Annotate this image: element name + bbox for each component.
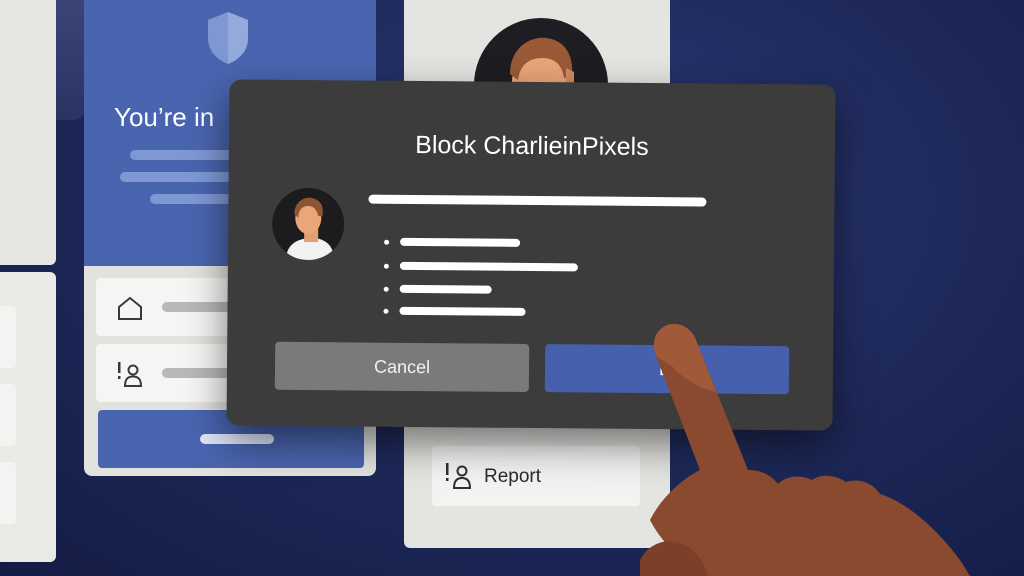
- report-label: Report: [484, 466, 542, 487]
- block-button[interactable]: Bl: [544, 344, 790, 395]
- shield-icon: [208, 12, 248, 64]
- bullet-point: [383, 263, 389, 269]
- person-avatar-icon: [285, 197, 334, 261]
- safety-card-title: You’re in: [114, 102, 215, 132]
- placeholder-text-line: [150, 194, 240, 204]
- dialog-title: Block CharlieinPixels: [415, 130, 649, 162]
- report-user-icon: [446, 463, 472, 489]
- block-user-dialog: Block CharlieinPixels Cancel Bl: [226, 79, 836, 431]
- placeholder-text-line: [120, 172, 240, 182]
- background-panel-item: [0, 384, 16, 446]
- bullet-text-line: [399, 306, 526, 316]
- placeholder-text-line: [200, 434, 274, 444]
- cancel-button[interactable]: Cancel: [274, 341, 530, 392]
- background-panel-left-bottom: [0, 272, 56, 562]
- background-panel-item: [0, 462, 16, 524]
- report-user-icon: [118, 362, 143, 387]
- dialog-description-line: [368, 194, 707, 207]
- bullet-text-line: [400, 237, 521, 247]
- bullet-point: [384, 239, 390, 245]
- blocked-user-avatar: [271, 187, 345, 261]
- background-panel-item: [0, 306, 16, 368]
- home-icon: [118, 296, 142, 320]
- report-button[interactable]: Report: [432, 446, 640, 506]
- bullet-text-line: [399, 284, 492, 294]
- bullet-point: [383, 308, 389, 314]
- bullet-point: [383, 286, 389, 292]
- placeholder-text-line: [130, 150, 240, 160]
- vr-scene: You’re in Report Block CharlieinPixels C…: [0, 0, 1024, 576]
- background-panel-left-top: [0, 0, 56, 265]
- bullet-text-line: [399, 261, 578, 272]
